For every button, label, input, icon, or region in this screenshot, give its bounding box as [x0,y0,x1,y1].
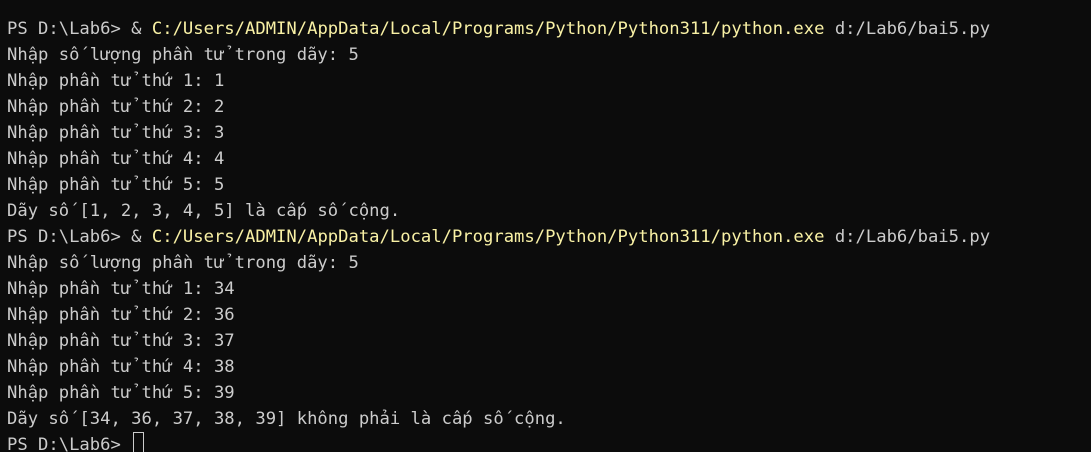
script-argument: d:/Lab6/bai5.py [824,19,991,39]
prompt: PS D:\Lab6> [7,435,132,452]
output-line: Nhập phần tử thứ 4: 4 [7,149,225,169]
output-line: Nhập phần tử thứ 4: 38 [7,357,235,377]
result-line: Dãy số [1, 2, 3, 4, 5] là cấp số cộng. [7,201,401,221]
output-line: Nhập phần tử thứ 1: 1 [7,71,225,91]
command-line: PS D:\Lab6> & C:/Users/ADMIN/AppData/Loc… [7,16,1091,42]
text-cursor [133,432,145,452]
output-line: Nhập phần tử thứ 3: 37 [7,331,235,351]
python-exe-path: C:/Users/ADMIN/AppData/Local/Programs/Py… [151,19,825,39]
output-line: Nhập phần tử thứ 3: 3 [7,123,225,143]
script-argument: d:/Lab6/bai5.py [824,227,991,247]
output-line: Nhập phần tử thứ 5: 39 [7,383,235,403]
output-line: Nhập số lượng phần tử trong dãy: 5 [7,45,359,65]
output-line: Nhập số lượng phần tử trong dãy: 5 [7,253,359,273]
output-line: Nhập phần tử thứ 2: 36 [7,305,235,325]
input-line[interactable]: PS D:\Lab6> [7,432,1091,452]
prompt: PS D:\Lab6> & [7,227,152,247]
prompt: PS D:\Lab6> & [7,19,152,39]
python-exe-path: C:/Users/ADMIN/AppData/Local/Programs/Py… [151,227,825,247]
output-line: Nhập phần tử thứ 1: 34 [7,279,235,299]
result-line: Dãy số [34, 36, 37, 38, 39] không phải l… [7,409,566,429]
output-line: Nhập phần tử thứ 2: 2 [7,97,225,117]
command-line: PS D:\Lab6> & C:/Users/ADMIN/AppData/Loc… [7,224,1091,250]
terminal-panel[interactable]: PS D:\Lab6> & C:/Users/ADMIN/AppData/Loc… [0,0,1091,452]
output-line: Nhập phần tử thứ 5: 5 [7,175,225,195]
